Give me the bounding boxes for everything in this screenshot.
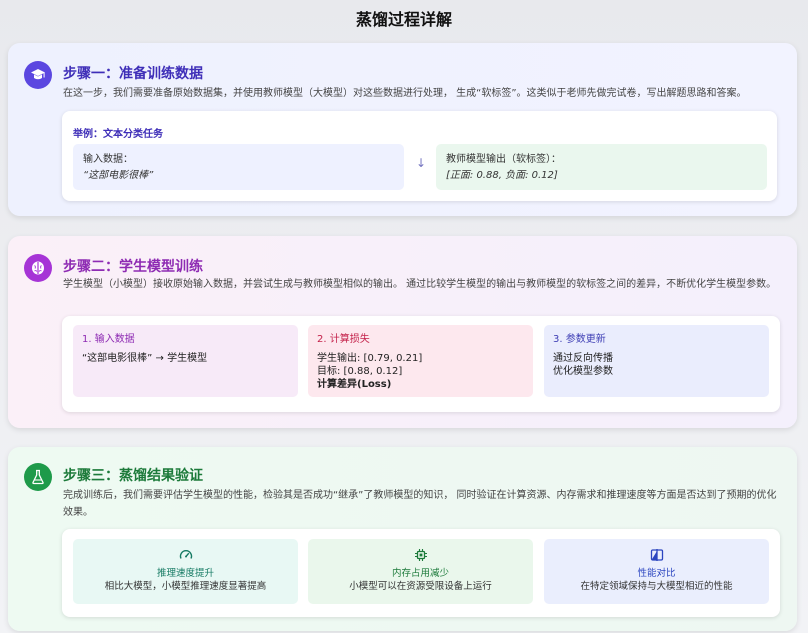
teacher-output-box: 教师模型输出（软标签）： [正面: 0.88, 负面: 0.12]	[436, 144, 767, 190]
input-data-card-title: 1. 输入数据	[82, 334, 135, 345]
result-performance-title: 性能对比	[637, 568, 676, 579]
input-data-box: 输入数据： “这部电影很棒”	[73, 144, 404, 190]
result-card-speed: 推理速度提升 相比大模型，小模型推理速度显著提高	[73, 539, 298, 604]
example-panel: 举例：文本分类任务 输入数据： “这部电影很棒” ↓ 教师模型输出（软标签）： …	[62, 111, 777, 201]
target-text: 目标: [0.88, 0.12]	[317, 366, 403, 377]
student-output-text: 学生输出: [0.79, 0.21]	[317, 353, 423, 364]
param-update-card-title: 3. 参数更新	[553, 334, 606, 345]
result-performance-desc: 在特定领域保持与大模型相近的性能	[580, 581, 733, 592]
result-memory-title: 内存占用减少	[391, 568, 449, 579]
step1-card: 步骤一：准备训练数据 在这一步，我们需要准备原始数据集，并使用教师模型（大模型）…	[8, 43, 797, 216]
speedometer-icon	[73, 548, 298, 563]
input-data-card: 1. 输入数据 “这部电影很棒” → 学生模型	[73, 325, 298, 397]
optimize-text: 优化模型参数	[553, 366, 613, 377]
example-title: 举例：文本分类任务	[73, 129, 163, 140]
compute-loss-card-title: 2. 计算损失	[317, 334, 370, 345]
result-memory-desc: 小模型可以在资源受限设备上运行	[349, 581, 492, 592]
input-data-card-text: “这部电影很棒” → 学生模型	[82, 353, 208, 364]
result-speed-title: 推理速度提升	[156, 568, 214, 579]
step2-description: 学生模型（小模型）接收原始输入数据，并尝试生成与教师模型相似的输出。 通过比较学…	[63, 279, 777, 290]
compute-loss-card: 2. 计算损失 学生输出: [0.79, 0.21] 目标: [0.88, 0.…	[308, 325, 533, 397]
step1-description: 在这一步，我们需要准备原始数据集，并使用教师模型（大模型）对这些数据进行处理， …	[63, 88, 747, 99]
input-data-label: 输入数据：	[83, 154, 133, 165]
chip-icon	[308, 548, 533, 563]
brain-icon	[24, 254, 52, 282]
step1-title: 步骤一：准备训练数据	[63, 66, 203, 82]
graduation-cap-icon	[24, 61, 52, 89]
loss-text: 计算差异(Loss)	[317, 379, 392, 390]
step3-card: 步骤三：蒸馏结果验证 完成训练后，我们需要评估学生模型的性能，检验其是否成功“继…	[8, 447, 797, 631]
compare-icon	[544, 548, 769, 563]
down-arrow-icon: ↓	[415, 156, 427, 170]
step2-title: 步骤二：学生模型训练	[63, 259, 203, 275]
page-title: 蒸馏过程详解	[355, 10, 452, 29]
results-panel: 推理速度提升 相比大模型，小模型推理速度显著提高 内存占用减少 小模型可以在资源…	[62, 529, 780, 617]
input-data-value: “这部电影很棒”	[83, 170, 154, 181]
teacher-output-label: 教师模型输出（软标签）：	[446, 154, 561, 165]
result-card-memory: 内存占用减少 小模型可以在资源受限设备上运行	[308, 539, 533, 604]
teacher-output-value: [正面: 0.88, 负面: 0.12]	[446, 170, 558, 181]
step3-title: 步骤三：蒸馏结果验证	[63, 468, 203, 484]
flask-icon	[24, 463, 52, 491]
backprop-text: 通过反向传播	[553, 353, 613, 364]
param-update-card: 3. 参数更新 通过反向传播 优化模型参数	[544, 325, 769, 397]
result-card-performance: 性能对比 在特定领域保持与大模型相近的性能	[544, 539, 769, 604]
result-speed-desc: 相比大模型，小模型推理速度显著提高	[104, 581, 267, 592]
step3-description: 完成训练后，我们需要评估学生模型的性能，检验其是否成功“继承”了教师模型的知识，…	[63, 490, 777, 518]
step2-card: 步骤二：学生模型训练 学生模型（小模型）接收原始输入数据，并尝试生成与教师模型相…	[8, 236, 797, 428]
training-panel: 1. 输入数据 “这部电影很棒” → 学生模型 2. 计算损失 学生输出: [0…	[62, 316, 780, 412]
